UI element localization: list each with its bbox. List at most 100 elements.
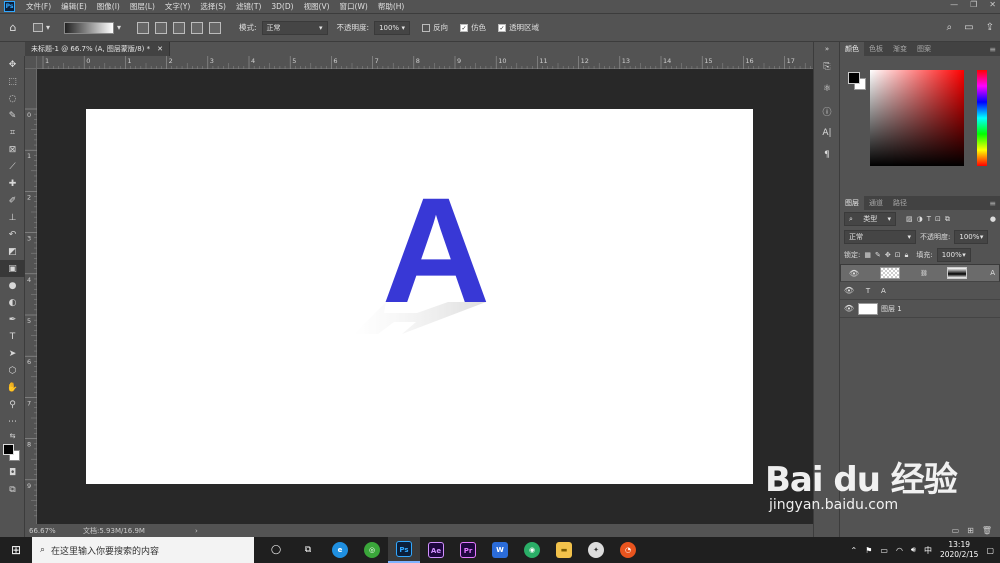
brush-tool-icon[interactable]: ✐	[0, 192, 25, 209]
history-brush-tool-icon[interactable]: ↶	[0, 226, 25, 243]
info-panel-icon[interactable]: ⓘ	[814, 100, 840, 122]
cortana-icon[interactable]: ◯	[260, 537, 292, 563]
move-tool-icon[interactable]: ✥	[0, 56, 25, 73]
angle-gradient-icon[interactable]	[173, 21, 185, 34]
lock-pixels-icon[interactable]: ✎	[875, 251, 881, 259]
canvas-letter-a[interactable]: A	[382, 166, 490, 334]
path-select-tool-icon[interactable]: ➤	[0, 345, 25, 362]
lasso-tool-icon[interactable]: ◌	[0, 90, 25, 107]
marquee-tool-icon[interactable]: ⬚	[0, 73, 25, 90]
gradient-dropdown-icon[interactable]: ▾	[114, 21, 124, 35]
document-canvas[interactable]: A	[86, 109, 753, 484]
menu-layer[interactable]: 图层(L)	[125, 1, 160, 12]
premiere-app-icon[interactable]: Pr	[452, 537, 484, 563]
wechat-app-icon[interactable]: ◉	[516, 537, 548, 563]
more-tools-icon[interactable]: ⋯	[0, 413, 25, 430]
reverse-checkbox[interactable]: 反向	[422, 22, 448, 33]
tab-layers[interactable]: 图层	[840, 196, 864, 210]
type-tool-icon[interactable]: T	[0, 328, 25, 345]
mode-select[interactable]: 正常 ▾	[261, 20, 328, 35]
panel-menu-icon[interactable]: ≡	[989, 199, 996, 208]
history-panel-icon[interactable]: ⎘	[814, 56, 840, 78]
lock-transparent-icon[interactable]: ▦	[864, 251, 871, 259]
notification-area-icon[interactable]: ⚑	[865, 546, 872, 555]
after-effects-app-icon[interactable]: Ae	[420, 537, 452, 563]
character-panel-icon[interactable]: A|	[814, 122, 840, 144]
menu-window[interactable]: 窗口(W)	[335, 1, 373, 12]
menu-image[interactable]: 图像(I)	[92, 1, 125, 12]
layer-opacity-input[interactable]: 100% ▾	[954, 230, 989, 244]
tab-swatches[interactable]: 色板	[864, 42, 888, 56]
link-chain-icon[interactable]: ⛓	[920, 270, 928, 277]
tool-preset-picker[interactable]: ▾	[26, 21, 54, 35]
vertical-ruler[interactable]: 0 1 2 3 4 5 6 7 8 9	[25, 69, 37, 524]
menu-filter[interactable]: 滤镜(T)	[231, 1, 266, 12]
edge-browser-icon[interactable]: e	[324, 537, 356, 563]
clone-stamp-tool-icon[interactable]: ⊥	[0, 209, 25, 226]
photoshop-app-icon[interactable]: Ps	[388, 537, 420, 563]
reflected-gradient-icon[interactable]	[191, 21, 203, 34]
swap-colors-icon[interactable]: ⇆	[0, 430, 25, 442]
zoom-level[interactable]: 66.67%	[25, 527, 75, 535]
tab-color[interactable]: 颜色	[840, 42, 864, 56]
wps-app-icon[interactable]: W	[484, 537, 516, 563]
windows-start-icon[interactable]: ⊞	[0, 537, 32, 563]
collapse-icon[interactable]: »	[814, 42, 840, 56]
layer-filter-select[interactable]: ⌕ 类型 ▾	[844, 212, 896, 226]
dodge-tool-icon[interactable]: ◐	[0, 294, 25, 311]
color-swatch-pair[interactable]	[848, 72, 868, 92]
frame-tool-icon[interactable]: ⊠	[0, 141, 25, 158]
tab-channels[interactable]: 通道	[864, 196, 888, 210]
filter-adjustment-icon[interactable]: ◑	[917, 215, 923, 223]
quick-select-tool-icon[interactable]: ✎	[0, 107, 25, 124]
diamond-gradient-icon[interactable]	[209, 21, 221, 34]
radial-gradient-icon[interactable]	[155, 21, 167, 34]
hue-slider[interactable]	[977, 70, 987, 166]
new-group-icon[interactable]: ▭	[952, 526, 960, 535]
lock-all-icon[interactable]: 🔒︎	[905, 251, 909, 260]
pen-tool-icon[interactable]: ✒	[0, 311, 25, 328]
screen-mode-icon[interactable]: ⧉	[0, 481, 25, 498]
layer-row-a-text[interactable]: 👁︎ T A	[840, 282, 1000, 300]
filter-toggle-icon[interactable]: ●	[990, 215, 996, 223]
visibility-eye-icon[interactable]: 👁︎	[840, 286, 858, 295]
eraser-tool-icon[interactable]: ◩	[0, 243, 25, 260]
foreground-background-swatch[interactable]	[0, 442, 25, 464]
filter-smart-object-icon[interactable]: ⧉	[945, 215, 950, 224]
filter-type-icon[interactable]: T	[927, 215, 931, 223]
close-tab-icon[interactable]: ✕	[157, 45, 163, 53]
360-browser-icon[interactable]: ◎	[356, 537, 388, 563]
tab-gradients[interactable]: 渐变	[888, 42, 912, 56]
hand-tool-icon[interactable]: ✋	[0, 379, 25, 396]
fill-input[interactable]: 100% ▾	[936, 248, 971, 262]
minimize-icon[interactable]: —	[950, 0, 958, 9]
lock-position-icon[interactable]: ✥	[885, 251, 891, 259]
file-explorer-icon[interactable]: ▬	[548, 537, 580, 563]
visibility-eye-icon[interactable]: 👁︎	[840, 304, 858, 313]
horizontal-ruler[interactable]: 1 0 1 2 3 4 5 6 7 8 9 10 11 12 13 14 15 16 17	[37, 56, 821, 69]
share-icon[interactable]: ⇪	[986, 22, 994, 33]
ime-indicator[interactable]: 中	[924, 545, 932, 556]
layer-row-layer-1[interactable]: 👁︎ 图层 1	[840, 300, 1000, 318]
filter-pixel-icon[interactable]: ▨	[906, 215, 913, 223]
panel-menu-icon[interactable]: ≡	[989, 45, 996, 54]
close-icon[interactable]: ✕	[989, 0, 996, 9]
document-workspace[interactable]: A	[37, 69, 813, 524]
crop-tool-icon[interactable]: ⌗	[0, 124, 25, 141]
menu-edit[interactable]: 编辑(E)	[56, 1, 92, 12]
paragraph-panel-icon[interactable]: ¶	[814, 144, 840, 166]
task-view-icon[interactable]: ⧉	[292, 537, 324, 563]
visibility-eye-icon[interactable]: 👁︎	[845, 269, 863, 278]
eyedropper-tool-icon[interactable]: ⟋	[0, 158, 25, 175]
search-icon[interactable]: ⌕	[947, 22, 953, 33]
gradient-tool-icon[interactable]: ▣	[0, 260, 25, 277]
chevron-up-icon[interactable]: ⌃	[851, 546, 858, 555]
chevron-right-icon[interactable]: ›	[195, 527, 198, 535]
network-icon[interactable]: ◠	[896, 546, 903, 555]
layer-mask-thumbnail[interactable]	[947, 267, 968, 279]
volume-icon[interactable]: 🔊︎	[911, 545, 916, 555]
adjustments-panel-icon[interactable]: ⚛	[814, 78, 840, 100]
battery-icon[interactable]: ▭	[880, 546, 888, 555]
filter-shape-icon[interactable]: ⊡	[935, 215, 941, 223]
zoom-tool-icon[interactable]: ⚲	[0, 396, 25, 413]
